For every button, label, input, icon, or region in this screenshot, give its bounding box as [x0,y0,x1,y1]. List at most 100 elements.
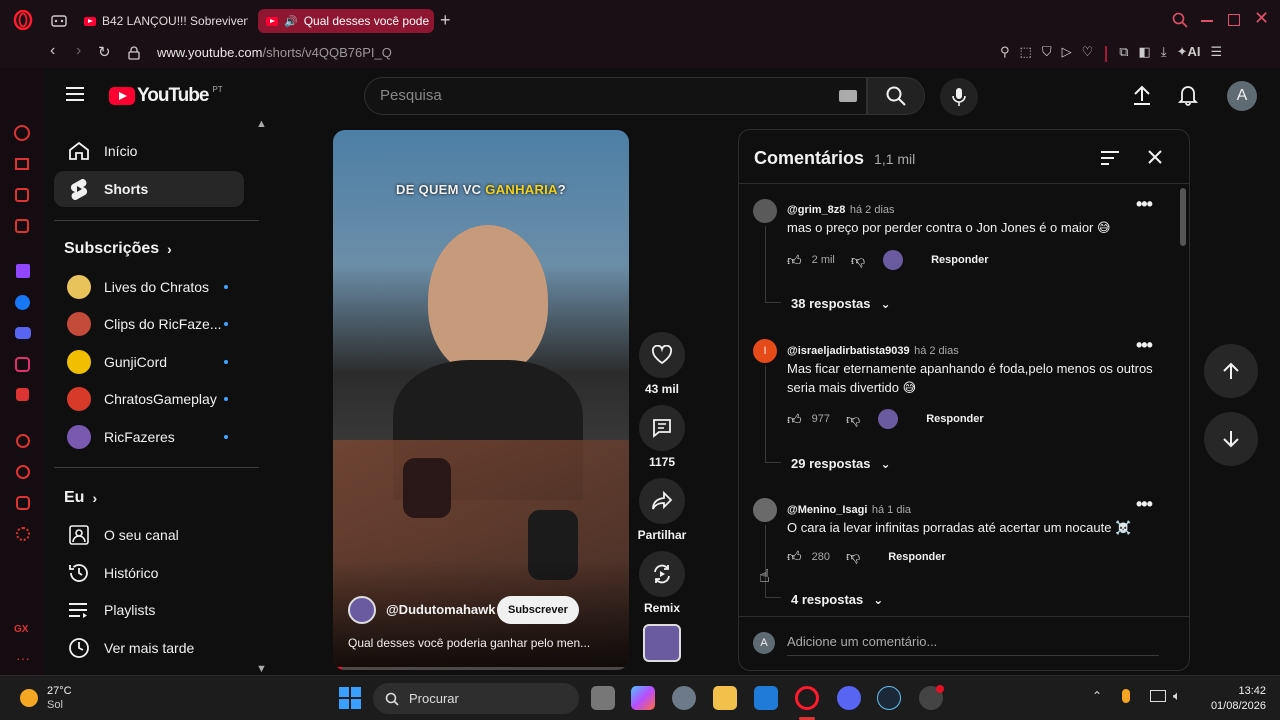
comment-author[interactable]: @grim_8z8 [787,204,845,216]
comment-more-icon[interactable]: ••• [1136,494,1153,515]
tab-active[interactable]: 🔊 Qual desses você pode [258,9,434,33]
scroll-up-arrow[interactable]: ▲ [256,118,267,130]
twitch-icon[interactable] [16,264,30,278]
sidebar-item-subscription[interactable]: RicFazeres [54,419,244,455]
close-comments-icon[interactable] [1147,149,1163,165]
taskbar-search-box[interactable]: Procurar [373,683,579,714]
you-header[interactable]: Eu › [64,489,97,507]
thumbs-down-icon[interactable]: 👎︎ [851,252,865,269]
back-button[interactable]: ‹ [50,42,55,60]
tray-chevron-up-icon[interactable]: ⌃ [1092,689,1102,703]
subscribe-button[interactable]: Subscrever [497,596,579,624]
scroll-down-arrow[interactable]: ▼ [256,663,267,675]
maximize-button[interactable] [1228,14,1240,26]
gx-icon[interactable]: GX [14,624,28,635]
weather-sun-icon[interactable] [20,689,38,707]
gmail-icon[interactable] [15,219,29,233]
reply-button[interactable]: Responder [888,551,945,563]
url-field[interactable]: www.youtube.com/shorts/v4QQB76PI_Q [157,45,392,60]
sidebar-item-subscription[interactable]: Clips do RicFaze... [54,306,244,342]
minimize-button[interactable] [1201,20,1213,22]
discord-taskbar-icon[interactable] [837,686,861,710]
settings-side-icon[interactable] [16,527,30,541]
comments-button[interactable] [639,405,685,451]
comment-more-icon[interactable]: ••• [1136,335,1153,356]
previous-short-button[interactable] [1204,344,1258,398]
notifications-bell-icon[interactable] [1178,84,1198,106]
account-avatar[interactable]: A [1227,81,1257,111]
view-replies-button[interactable]: 29 respostas ⌄ [791,456,891,471]
play-icon[interactable]: ▷ [1062,44,1072,62]
file-explorer-icon[interactable] [713,686,737,710]
weather-widget[interactable]: 27°C Sol [47,684,72,712]
clock[interactable]: 13:42 01/08/2026 [1196,684,1266,714]
youtube-logo[interactable]: YouTube PT [109,85,223,107]
sidebar-item-your-channel[interactable]: O seu canal [54,517,244,553]
comments-scrollbar[interactable] [1180,188,1186,246]
search-input[interactable]: Pesquisa [364,77,867,115]
extensions-side-icon[interactable] [16,496,30,510]
history-side-icon[interactable] [16,465,30,479]
sidebar-item-subscription[interactable]: Lives do Chratos [54,269,244,305]
short-channel-name[interactable]: @Dudutomahawk [386,602,495,617]
aria-ai-icon[interactable]: ✦AI [1177,44,1201,62]
download-icon[interactable]: ⤓ [1161,44,1167,62]
thumbs-down-icon[interactable]: 👎︎ [846,548,860,565]
add-comment-input[interactable]: Adicione um comentário... [787,634,1159,656]
upload-icon[interactable] [1132,84,1152,106]
new-tab-button[interactable]: + [440,10,451,31]
reply-button[interactable]: Responder [931,254,988,266]
sidebar-item-subscription[interactable]: GunjiCord [54,344,244,380]
menu-icon[interactable]: ☰ [1211,44,1223,62]
progress-track[interactable] [333,667,629,670]
messenger-icon[interactable] [15,295,30,310]
snapshot-icon[interactable]: ⬚ [1020,44,1032,62]
speaker-icon[interactable]: 🔊 [284,15,298,28]
view-replies-button[interactable]: 4 respostas ⌄ [791,592,883,607]
comment-author[interactable]: @Menino_Isagi [787,504,867,516]
remix-button[interactable] [639,551,685,597]
settings-app-icon[interactable] [672,686,696,710]
sidebar-item-playlists[interactable]: Playlists [54,592,244,628]
heart-icon[interactable]: ♡ [1082,44,1094,62]
aria-icon[interactable] [14,125,30,141]
more-side-icon[interactable]: ··· [16,650,30,666]
comment-time[interactable]: há 2 dias [914,345,959,357]
sound-thumbnail[interactable] [643,624,681,662]
shield-icon[interactable]: ⛉ [1042,44,1052,62]
games-icon[interactable] [15,188,29,202]
tab-islands-icon[interactable] [50,12,68,30]
reply-button[interactable]: Responder [926,413,983,425]
sidebar-item-home[interactable]: Início [54,133,244,169]
outlook-icon[interactable] [754,686,778,710]
network-icon[interactable] [1150,690,1166,702]
keyboard-icon[interactable] [839,90,857,102]
task-view-icon[interactable] [591,686,615,710]
sort-icon[interactable] [1101,150,1121,166]
share-button[interactable] [639,478,685,524]
reload-button[interactable]: ↻ [98,43,111,61]
wallet-icon[interactable]: ◧ [1139,44,1151,62]
microphone-tray-icon[interactable] [1122,689,1130,703]
voice-search-button[interactable] [940,78,978,116]
sidebar-item-watch-later[interactable]: Ver mais tarde [54,630,244,666]
forward-button[interactable]: › [76,42,81,60]
volume-icon[interactable]: 🔈︎ [1173,688,1181,704]
sidebar-item-subscription[interactable]: ChratosGameplay [54,381,244,417]
comment-more-icon[interactable]: ••• [1136,194,1153,215]
thumbs-up-icon[interactable]: 👍︎ [787,252,802,269]
steam-icon[interactable] [877,686,901,710]
pin-icon[interactable]: ⚲ [1000,44,1010,62]
comment-avatar[interactable]: I [753,339,777,363]
close-window-button[interactable]: ✕ [1254,8,1269,29]
comment-time[interactable]: há 1 dia [872,504,911,516]
opera-gx-taskbar-icon[interactable] [795,686,819,710]
comment-avatar[interactable] [753,498,777,522]
search-button[interactable] [867,77,925,115]
thumbs-up-icon[interactable]: 👍︎ [787,548,802,565]
comment-author[interactable]: @israeljadirbatista9039 [787,345,910,357]
ublock-icon[interactable] [16,388,29,401]
thumbs-up-icon[interactable]: 👍︎ [787,411,802,428]
hamburger-menu-icon[interactable] [66,86,86,102]
crypto-wallet-icon[interactable] [15,158,29,170]
